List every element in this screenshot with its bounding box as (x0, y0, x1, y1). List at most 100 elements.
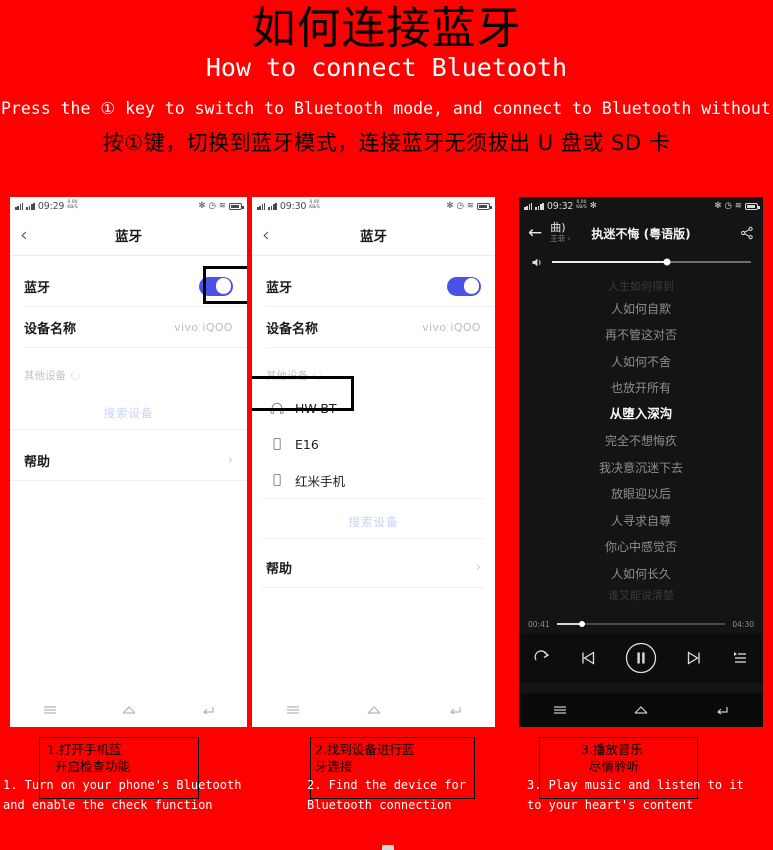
search-devices-button[interactable]: 搜索设备 (10, 397, 247, 429)
lyric-line: 你心中感觉否 (604, 540, 677, 555)
wifi-icon: ≋ (218, 200, 226, 211)
volume-icon[interactable] (531, 256, 544, 269)
lyric-line: 人如何自欺 (610, 301, 671, 316)
phone-screen-bluetooth-device-list: 09:30 0.00 KB/S ✻ ◷ ≋ ‹ 蓝牙 蓝牙 设备名称 vivo … (252, 197, 495, 727)
menu-icon[interactable] (551, 703, 569, 717)
section-other-devices: 其他设备 (10, 360, 247, 390)
lyric-line: 放眼迎以后 (610, 487, 671, 502)
wifi-icon: ≋ (466, 200, 474, 211)
duration-time: 04:30 (732, 619, 754, 629)
rate-down: KB/S (67, 205, 78, 210)
row-label: 帮助 (24, 454, 51, 470)
alarm-icon: ◷ (724, 200, 732, 211)
status-bar: 09:32 0.00 KB/S ✻ ✻ ◷ ≋ (519, 197, 763, 215)
android-nav-bar (519, 693, 763, 727)
phone-icon (270, 473, 284, 487)
bluetooth-toggle[interactable] (447, 276, 481, 296)
device-list-item[interactable]: E16 (252, 426, 495, 462)
android-nav-bar (10, 693, 247, 727)
row-label: 蓝牙 (266, 280, 293, 296)
device-name: E16 (295, 436, 319, 452)
home-icon[interactable] (365, 703, 383, 717)
caption-row: 1.打开手机蓝 开启检查功能 1. Turn on your phone's B… (0, 730, 773, 850)
poster-header: 如何连接蓝牙 How to connect Bluetooth Press th… (0, 0, 773, 157)
lyrics-panel[interactable]: 人生如何得到 人如何自欺 再不管这对否 人如何不舍 也放开所有 从堕入深沟 完全… (519, 275, 763, 605)
row-bluetooth-toggle[interactable]: 蓝牙 (10, 266, 247, 306)
search-devices-button[interactable]: 搜索设备 (252, 506, 495, 538)
back-icon[interactable] (446, 703, 464, 717)
footer-decoration (382, 845, 394, 850)
status-network-rate: 0.00 KB/S (67, 200, 78, 210)
caption-2-en: 2. Find the device for Bluetooth connect… (307, 778, 466, 812)
status-time: 09:32 (546, 200, 574, 212)
home-icon[interactable] (632, 703, 650, 717)
caption-3-cn: 3.播放音乐 尽情聆听 (581, 742, 643, 775)
battery-icon (477, 202, 492, 210)
row-help[interactable]: 帮助 › (10, 440, 247, 480)
menu-icon[interactable] (41, 703, 59, 717)
row-bluetooth-toggle[interactable]: 蓝牙 (252, 266, 495, 306)
previous-icon[interactable] (578, 648, 598, 668)
page-title-en: How to connect Bluetooth (205, 53, 568, 83)
rate-down: KB/S (576, 205, 587, 210)
instruction-cn: 按①键，切换到蓝牙模式，连接蓝牙无须拔出 U 盘或 SD 卡 (102, 130, 671, 155)
status-network-rate: 0.00 KB/S (576, 200, 587, 210)
signal-bars-icon-2 (26, 202, 35, 210)
lyric-line-current: 从堕入深沟 (609, 406, 673, 422)
page-title: 蓝牙 (360, 229, 387, 245)
next-icon[interactable] (684, 648, 704, 668)
volume-fill (552, 261, 668, 263)
progress-row[interactable]: 00:41 04:30 (519, 617, 763, 631)
device-name: 红米手机 (295, 473, 346, 489)
elapsed-time: 00:41 (528, 619, 550, 629)
row-device-name[interactable]: 设备名称 vivo iQOO (252, 307, 495, 347)
phone-screenshots-row: 09:29 0.00 KB/S ✻ ◷ ≋ ‹ 蓝牙 蓝牙 设备名称 vivo … (10, 197, 763, 727)
volume-track[interactable] (552, 258, 751, 266)
back-icon[interactable] (199, 703, 217, 717)
playlist-icon[interactable] (730, 648, 750, 668)
status-time: 09:30 (279, 200, 307, 212)
row-label: 设备名称 (24, 321, 77, 337)
volume-slider-row[interactable] (519, 251, 763, 273)
back-icon[interactable] (713, 703, 731, 717)
row-label: 帮助 (266, 561, 293, 577)
bluetooth-toggle[interactable] (199, 276, 233, 296)
row-help[interactable]: 帮助 › (252, 547, 495, 587)
lyric-line: 完全不想悔疚 (604, 434, 677, 449)
nav-header: ‹ 蓝牙 (252, 215, 495, 255)
rate-down: KB/S (309, 205, 320, 210)
bluetooth-icon: ✻ (198, 200, 206, 211)
battery-icon (229, 202, 244, 210)
lyric-line: 也放开所有 (610, 381, 671, 396)
spacer (495, 197, 519, 727)
section-other-devices: 其他设备 (252, 360, 495, 390)
progress-track[interactable] (556, 621, 726, 627)
device-list-item[interactable]: 红米手机 (252, 462, 495, 498)
status-network-rate: 0.00 KB/S (309, 200, 320, 210)
signal-bars-icon-2 (535, 202, 544, 210)
section-label: 其他设备 (24, 369, 66, 382)
device-list-item[interactable]: HW-BT (252, 390, 495, 426)
battery-icon (745, 202, 760, 210)
progress-knob[interactable] (578, 621, 585, 627)
lyric-line: 我决意沉迷下去 (598, 460, 683, 475)
phone-icon (270, 437, 284, 451)
pause-icon[interactable] (624, 641, 658, 675)
status-time: 09:29 (37, 200, 65, 212)
home-icon[interactable] (120, 703, 138, 717)
bluetooth-icon: ✻ (714, 200, 722, 211)
caption-2-cn: 2.找到设备进行蓝 牙连接 (315, 742, 415, 775)
divider (10, 480, 247, 481)
player-controls (519, 633, 763, 683)
repeat-icon[interactable] (532, 648, 552, 668)
device-name-value: vivo iQOO (174, 320, 233, 334)
volume-knob[interactable] (663, 258, 671, 266)
row-device-name[interactable]: 设备名称 vivo iQOO (10, 307, 247, 347)
share-icon[interactable] (740, 226, 754, 240)
menu-icon[interactable] (284, 703, 302, 717)
device-name: HW-BT (295, 400, 337, 416)
phone-screen-music-player: 09:32 0.00 KB/S ✻ ✻ ◷ ≋ ← 曲) 王菲 › 执迷不悔 (… (519, 197, 763, 727)
nav-header: ‹ 蓝牙 (10, 215, 247, 255)
signal-bars-icon (257, 202, 266, 210)
song-title: 执迷不悔 (粤语版) (591, 226, 691, 241)
